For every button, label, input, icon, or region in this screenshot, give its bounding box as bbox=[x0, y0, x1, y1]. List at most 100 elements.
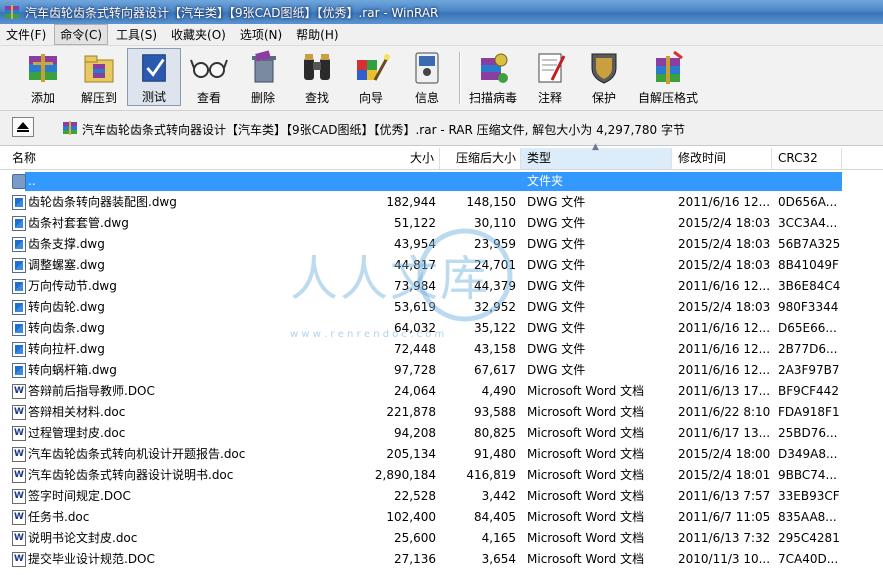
file-row[interactable]: 提交毕业设计规范.DOC27,1363,654Microsoft Word 文档… bbox=[0, 549, 883, 570]
file-packed-size: 4,490 bbox=[481, 384, 516, 398]
file-crc: 9BBC74... bbox=[778, 468, 837, 482]
file-crc: 8B41049F bbox=[778, 258, 839, 272]
file-row[interactable]: 万向传动节.dwg 73,984 44,379 DWG 文件 2011/6/16 12.… bbox=[0, 276, 883, 297]
file-type: Microsoft Word 文档 bbox=[527, 552, 645, 566]
menu-favorites[interactable]: 收藏夹(O) bbox=[165, 24, 232, 45]
file-type: DWG 文件 bbox=[527, 258, 586, 272]
file-row[interactable]: 汽车齿轮齿条式转向机设计开题报告.doc205,13491,480Microso… bbox=[0, 444, 883, 465]
protect-button[interactable]: 保护 bbox=[580, 48, 628, 106]
file-row[interactable]: 齿轮齿条转向器装配图.dwg 182,944 148,150 DWG 文件 2011/6… bbox=[0, 192, 883, 213]
toolbar-separator bbox=[459, 52, 461, 104]
menu-commands[interactable]: 命令(C) bbox=[54, 24, 109, 45]
file-row[interactable]: 说明书论文封皮.doc25,6004,165Microsoft Word 文档2… bbox=[0, 528, 883, 549]
file-packed-size: 93,588 bbox=[474, 405, 516, 419]
file-crc: D65E66... bbox=[778, 321, 837, 335]
file-mtime: 2011/6/16 12... bbox=[678, 279, 771, 293]
file-packed-size: 91,480 bbox=[474, 447, 516, 461]
file-row[interactable]: 汽车齿轮齿条式转向器设计说明书.doc2,890,184416,819Micro… bbox=[0, 465, 883, 486]
file-type: Microsoft Word 文档 bbox=[527, 489, 645, 503]
file-crc bbox=[778, 171, 848, 192]
file-packed-size: 148,150 bbox=[466, 195, 516, 209]
file-crc: D349A8... bbox=[778, 447, 838, 461]
find-button[interactable]: 查找 bbox=[292, 48, 342, 106]
column-header-crc[interactable]: CRC32 bbox=[772, 148, 842, 169]
file-size: 22,528 bbox=[394, 489, 436, 503]
file-mtime: 2011/6/22 8:10 bbox=[678, 405, 771, 419]
file-row[interactable]: 齿条支撑.dwg 43,954 23,959 DWG 文件 2015/2/4 18:03… bbox=[0, 234, 883, 255]
file-mtime: 2015/2/4 18:03 bbox=[678, 237, 771, 251]
extract-folder-icon bbox=[84, 55, 114, 83]
scan-virus-button[interactable]: 扫描病毒 bbox=[465, 48, 521, 106]
file-size bbox=[330, 171, 436, 192]
file-row[interactable]: 转向拉杆.dwg 72,448 43,158 DWG 文件 2011/6/16 12..… bbox=[0, 339, 883, 360]
file-packed-size: 4,165 bbox=[481, 531, 516, 545]
archive-path: 汽车齿轮齿条式转向器设计【汽车类】【9张CAD图纸】【优秀】.rar - RAR… bbox=[82, 123, 686, 137]
wizard-magic-icon bbox=[357, 54, 390, 81]
menu-options[interactable]: 选项(N) bbox=[234, 24, 288, 45]
file-mtime: 2011/6/16 12... bbox=[678, 342, 771, 356]
file-row[interactable]: .. 文件夹 bbox=[0, 171, 883, 192]
file-type: Microsoft Word 文档 bbox=[527, 405, 645, 419]
word-doc-icon bbox=[12, 384, 26, 399]
add-archive-icon bbox=[29, 54, 57, 82]
extract-button[interactable]: 解压到 bbox=[74, 48, 124, 106]
file-type: Microsoft Word 文档 bbox=[527, 468, 645, 482]
word-doc-icon bbox=[12, 510, 26, 525]
file-type: DWG 文件 bbox=[527, 195, 586, 209]
folder-up-icon bbox=[12, 174, 26, 189]
info-button[interactable]: 信息 bbox=[402, 48, 452, 106]
up-folder-button[interactable] bbox=[12, 117, 34, 137]
column-header-packed[interactable]: 压缩后大小 bbox=[440, 148, 521, 169]
menu-tools[interactable]: 工具(S) bbox=[110, 24, 163, 45]
file-row[interactable]: 过程管理封皮.doc94,20880,825Microsoft Word 文档2… bbox=[0, 423, 883, 444]
file-row[interactable]: 转向齿条.dwg 64,032 35,122 DWG 文件 2011/6/16 12..… bbox=[0, 318, 883, 339]
file-row[interactable]: 答辩相关材料.doc221,87893,588Microsoft Word 文档… bbox=[0, 402, 883, 423]
file-row[interactable]: 答辩前后指导教师.DOC24,0644,490Microsoft Word 文档… bbox=[0, 381, 883, 402]
file-size: 43,954 bbox=[394, 237, 436, 251]
file-type: DWG 文件 bbox=[527, 300, 586, 314]
column-size-label[interactable]: 大小 bbox=[410, 148, 434, 169]
comment-button[interactable]: 注释 bbox=[526, 48, 574, 106]
sfx-label: 自解压格式 bbox=[637, 91, 698, 105]
file-list: .. 文件夹 齿轮齿条转向器装配图.dwg 182,944 148,150 DWG 文件 2… bbox=[0, 171, 883, 570]
word-doc-icon bbox=[12, 531, 26, 546]
winrar-app-icon[interactable] bbox=[4, 4, 20, 20]
view-button[interactable]: 查看 bbox=[184, 48, 234, 106]
file-row[interactable]: 签字时间规定.DOC22,5283,442Microsoft Word 文档20… bbox=[0, 486, 883, 507]
test-label: 测试 bbox=[141, 90, 166, 104]
file-crc: 2B77D6... bbox=[778, 342, 838, 356]
dwg-file-icon bbox=[12, 237, 26, 252]
file-mtime: 2010/11/3 10... bbox=[678, 552, 771, 566]
sfx-button[interactable]: 自解压格式 bbox=[634, 48, 702, 106]
file-size: 44,817 bbox=[394, 258, 436, 272]
file-packed-size: 44,379 bbox=[474, 279, 516, 293]
delete-button[interactable]: 删除 bbox=[238, 48, 288, 106]
file-crc: 0D656A... bbox=[778, 195, 838, 209]
file-size: 94,208 bbox=[394, 426, 436, 440]
file-row[interactable]: 调整螺塞.dwg 44,817 24,701 DWG 文件 2015/2/4 18:03… bbox=[0, 255, 883, 276]
wizard-button[interactable]: 向导 bbox=[346, 48, 396, 106]
column-header-name[interactable]: 名称 大小 bbox=[0, 148, 440, 169]
add-button[interactable]: 添加 bbox=[18, 48, 68, 106]
add-label: 添加 bbox=[30, 91, 55, 105]
menu-file[interactable]: 文件(F) bbox=[0, 24, 52, 45]
menu-help[interactable]: 帮助(H) bbox=[290, 24, 344, 45]
file-row[interactable]: 任务书.doc102,40084,405Microsoft Word 文档201… bbox=[0, 507, 883, 528]
file-packed-size bbox=[440, 171, 516, 192]
column-header-mtime[interactable]: 修改时间 bbox=[672, 148, 772, 169]
file-type: Microsoft Word 文档 bbox=[527, 531, 645, 545]
test-button[interactable]: 测试 bbox=[127, 48, 181, 106]
file-size: 73,984 bbox=[394, 279, 436, 293]
view-glasses-icon bbox=[190, 59, 228, 78]
file-mtime: 2011/6/13 7:32 bbox=[678, 531, 771, 545]
file-row[interactable]: 转向蜗杆箱.dwg 97,728 67,617 DWG 文件 2011/6/16 12.… bbox=[0, 360, 883, 381]
protect-label: 保护 bbox=[591, 91, 616, 105]
file-row[interactable]: 转向齿轮.dwg 53,619 32,952 DWG 文件 2015/2/4 18:03… bbox=[0, 297, 883, 318]
word-doc-icon bbox=[12, 447, 26, 462]
file-row[interactable]: 齿条衬套套管.dwg 51,122 30,110 DWG 文件 2015/2/4 18:… bbox=[0, 213, 883, 234]
window-title: 汽车齿轮齿条式转向器设计【汽车类】【9张CAD图纸】【优秀】.rar - Win… bbox=[25, 5, 439, 20]
info-icon bbox=[415, 52, 439, 84]
file-mtime: 2015/2/4 18:00 bbox=[678, 447, 771, 461]
scan-virus-label: 扫描病毒 bbox=[468, 91, 517, 105]
file-size: 205,134 bbox=[386, 447, 436, 461]
